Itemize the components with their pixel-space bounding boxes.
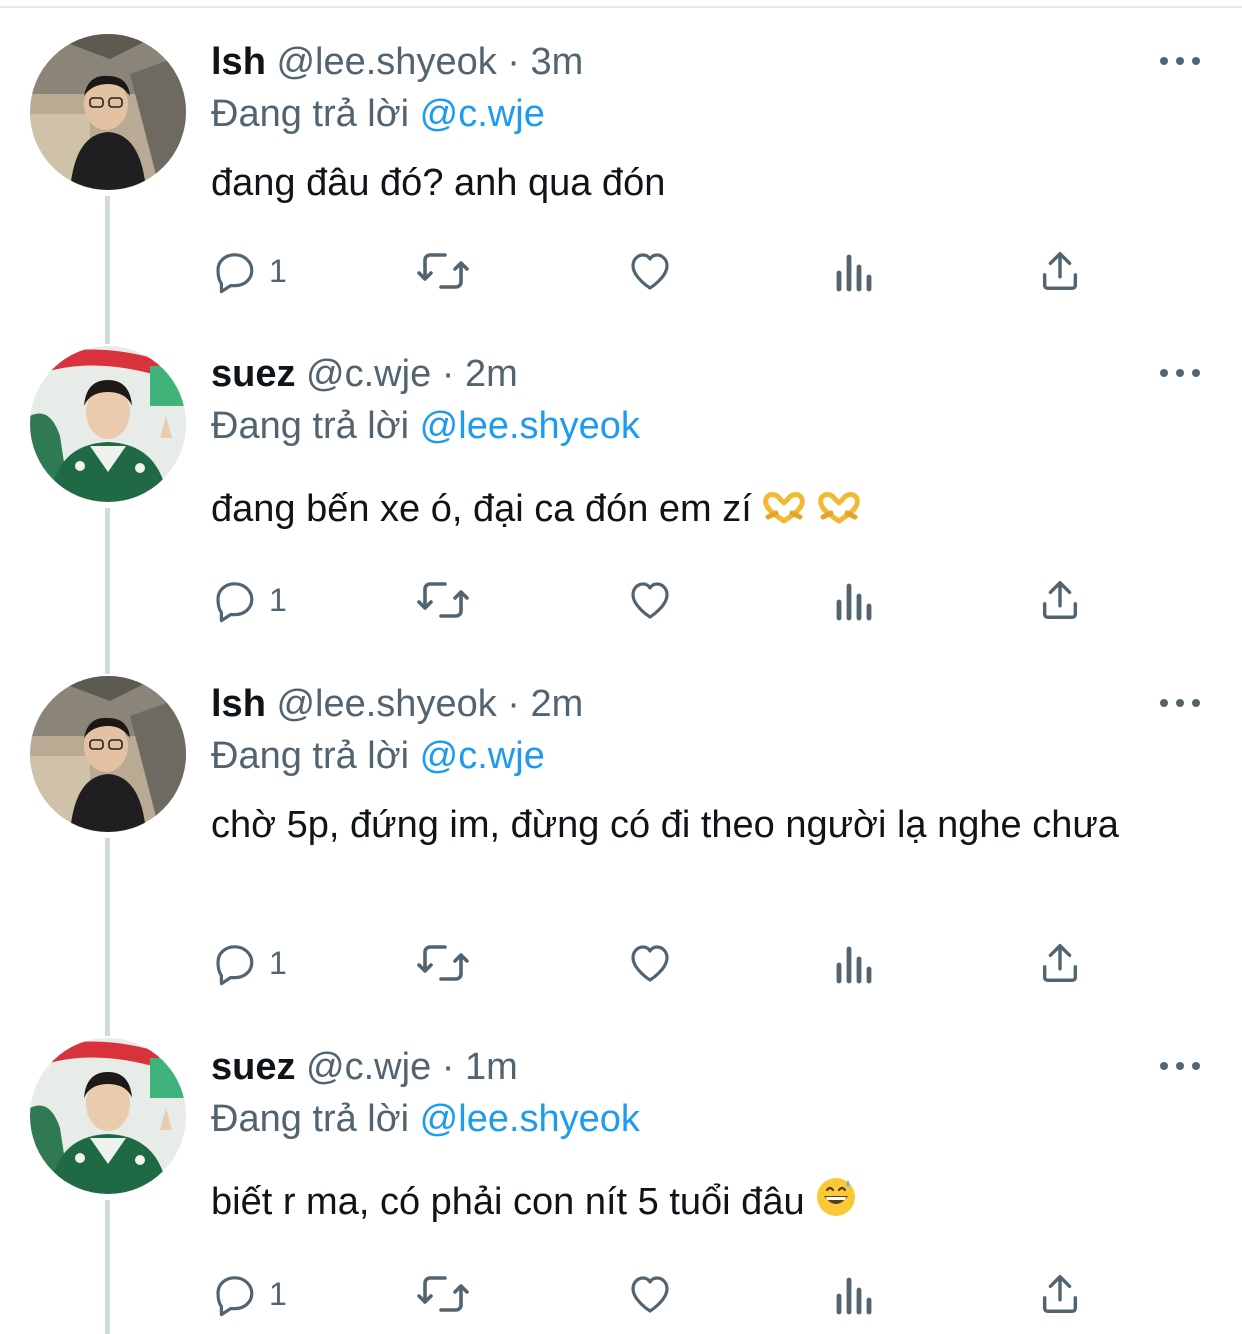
reply-button[interactable]: 1 — [211, 1266, 287, 1322]
analytics-button[interactable] — [833, 1266, 877, 1322]
more-options-icon[interactable] — [1160, 363, 1200, 383]
replying-to-label: Đang trả lời — [211, 1098, 410, 1140]
timestamp[interactable]: 3m — [531, 41, 584, 83]
author-name[interactable]: suez — [211, 1046, 295, 1088]
replying-to-label: Đang trả lời — [211, 405, 410, 447]
reply-count: 1 — [269, 252, 287, 289]
separator-dot: · — [507, 41, 520, 83]
reply-mention-link[interactable]: @c.wje — [420, 93, 545, 135]
share-button[interactable] — [1037, 935, 1083, 991]
action-bar: 1 — [211, 1266, 1091, 1322]
replying-to-label: Đang trả lời — [211, 93, 410, 135]
author-name[interactable]: lsh — [211, 41, 266, 83]
like-button[interactable] — [625, 935, 675, 991]
heart-icon — [631, 582, 669, 619]
timestamp[interactable]: 2m — [465, 353, 518, 395]
separator-dot: · — [507, 683, 520, 725]
share-button[interactable] — [1037, 1266, 1083, 1322]
author-handle[interactable]: @c.wje — [306, 353, 431, 395]
timestamp[interactable]: 1m — [465, 1046, 518, 1088]
separator-dot: · — [441, 1046, 455, 1088]
analytics-button[interactable] — [833, 572, 877, 628]
timestamp[interactable]: 2m — [531, 683, 584, 725]
tweet-text: đang bến xe ó, đại ca đón em zí — [211, 484, 1171, 534]
analytics-button[interactable] — [833, 935, 877, 991]
like-button[interactable] — [625, 572, 675, 628]
tweet-text-content: đang đâu đó? anh qua đón — [211, 162, 666, 204]
share-icon — [1042, 944, 1078, 982]
reply-button[interactable]: 1 — [211, 243, 287, 299]
analytics-icon — [836, 1277, 872, 1315]
tweet-text-content: chờ 5p, đứng im, đừng có đi theo người l… — [211, 804, 1119, 846]
tweet-text: biết r ma, có phải con nít 5 tuổi đâu — [211, 1176, 1171, 1227]
suez-avatar[interactable] — [30, 346, 186, 502]
author-name[interactable]: lsh — [211, 683, 266, 725]
retweet-button[interactable] — [415, 1266, 471, 1322]
reply-icon — [216, 582, 254, 623]
tweet-text-content: đang bến xe ó, đại ca đón em zí — [211, 488, 752, 530]
thread-connector — [105, 1200, 110, 1334]
more-options-icon[interactable] — [1160, 1056, 1200, 1076]
reply-count: 1 — [269, 944, 287, 981]
grinning-sweat-emoji — [817, 1178, 856, 1216]
heart-hands-emoji — [763, 492, 806, 524]
analytics-button[interactable] — [833, 243, 877, 299]
reply-mention-link[interactable]: @lee.shyeok — [420, 1098, 640, 1140]
author-handle[interactable]: @c.wje — [306, 1046, 431, 1088]
reply-mention-link[interactable]: @c.wje — [420, 735, 545, 777]
reply-icon — [216, 1276, 254, 1317]
retweet-icon — [417, 945, 469, 981]
author-handle[interactable]: @lee.shyeok — [276, 41, 496, 83]
reply-mention-link[interactable]: @lee.shyeok — [420, 405, 640, 447]
like-button[interactable] — [625, 243, 675, 299]
top-divider — [0, 6, 1242, 8]
heart-icon — [631, 945, 669, 982]
heart-icon — [631, 253, 669, 290]
thread-connector — [105, 508, 110, 674]
reply-count: 1 — [269, 581, 287, 618]
more-options-icon[interactable] — [1160, 51, 1200, 71]
retweet-button[interactable] — [415, 572, 471, 628]
lsh-avatar[interactable] — [30, 34, 186, 190]
retweet-icon — [417, 1276, 469, 1312]
share-icon — [1042, 581, 1078, 619]
action-bar: 1 — [211, 243, 1091, 299]
share-icon — [1042, 1275, 1078, 1313]
retweet-icon — [417, 253, 469, 289]
tweet-text-content: biết r ma, có phải con nít 5 tuổi đâu — [211, 1181, 805, 1223]
analytics-icon — [836, 946, 872, 984]
action-bar: 1 — [211, 572, 1091, 628]
reply-icon — [216, 253, 254, 294]
like-button[interactable] — [625, 1266, 675, 1322]
heart-hands-emoji — [818, 492, 860, 524]
retweet-button[interactable] — [415, 243, 471, 299]
reply-button[interactable]: 1 — [211, 572, 287, 628]
analytics-icon — [836, 583, 872, 621]
replying-to-label: Đang trả lời — [211, 735, 410, 777]
analytics-icon — [836, 254, 872, 292]
suez-avatar[interactable] — [30, 1038, 186, 1194]
retweet-button[interactable] — [415, 935, 471, 991]
reply-button[interactable]: 1 — [211, 935, 287, 991]
reply-icon — [216, 945, 254, 986]
share-icon — [1042, 252, 1078, 290]
thread-connector — [105, 838, 110, 1036]
thread-connector — [105, 196, 110, 344]
action-bar: 1 — [211, 935, 1091, 991]
author-name[interactable]: suez — [211, 353, 295, 395]
share-button[interactable] — [1037, 572, 1083, 628]
more-options-icon[interactable] — [1160, 693, 1200, 713]
reply-count: 1 — [269, 1275, 287, 1312]
lsh-avatar[interactable] — [30, 676, 186, 832]
heart-icon — [631, 1276, 669, 1313]
separator-dot: · — [441, 353, 455, 395]
retweet-icon — [417, 582, 469, 618]
tweet-text: đang đâu đó? anh qua đón — [211, 158, 1171, 208]
tweet-text: chờ 5p, đứng im, đừng có đi theo người l… — [211, 800, 1171, 850]
author-handle[interactable]: @lee.shyeok — [276, 683, 496, 725]
share-button[interactable] — [1037, 243, 1083, 299]
